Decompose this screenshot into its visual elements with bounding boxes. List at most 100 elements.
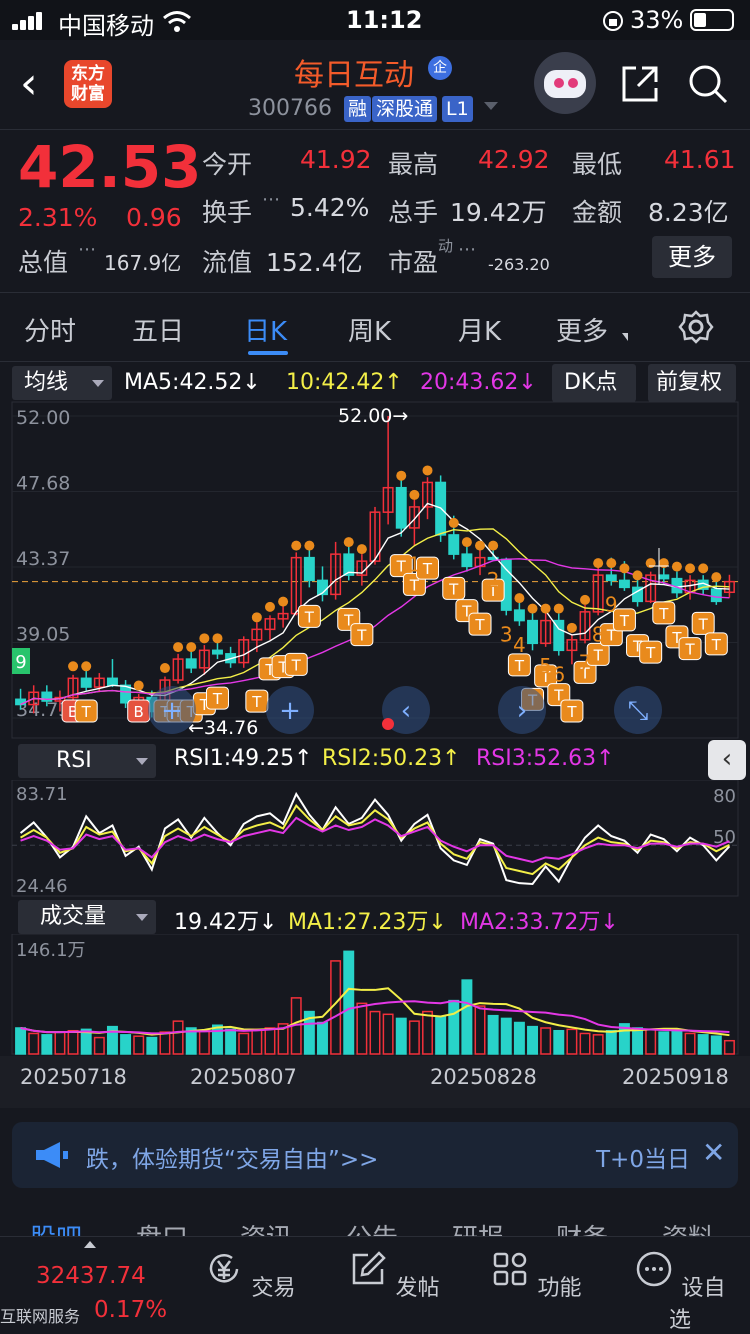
fullscreen-icon[interactable]: ⤡ bbox=[614, 686, 662, 734]
rsi-bottom-tick: 24.46 bbox=[16, 876, 68, 897]
chevron-down-icon[interactable] bbox=[484, 102, 498, 110]
dk-dot bbox=[658, 558, 669, 569]
dk-dot bbox=[422, 465, 433, 476]
volume-bar bbox=[395, 1017, 407, 1055]
volume-selector[interactable]: 成交量 bbox=[18, 900, 156, 934]
nav-add-watchlist[interactable]: 设自选 bbox=[630, 1249, 730, 1334]
dk-badge-label: T bbox=[698, 615, 709, 633]
info-icon[interactable]: ⋯ bbox=[458, 239, 476, 260]
banner-right-text: T+0当日 bbox=[596, 1147, 690, 1173]
change-value: 0.96 bbox=[126, 203, 182, 232]
dk-point-toggle[interactable]: DK点 bbox=[552, 364, 636, 402]
info-icon[interactable]: ⋯ bbox=[262, 189, 280, 210]
banner-text: 跌，体验期货“交易自由”>> bbox=[86, 1147, 379, 1173]
y-tick-label: 39.05 bbox=[16, 624, 70, 646]
gear-icon[interactable] bbox=[678, 309, 714, 345]
tab-monthly-k[interactable]: 月K bbox=[458, 311, 501, 348]
index-value[interactable]: 32437.74 bbox=[36, 1263, 146, 1289]
dk-badge-label: T bbox=[658, 605, 669, 623]
dk-badge-label: T bbox=[212, 690, 223, 708]
svg-text:‹: ‹ bbox=[401, 696, 411, 726]
tab-more[interactable]: 更多 bbox=[556, 311, 608, 348]
dk-dot bbox=[593, 558, 604, 569]
open-label: 今开 bbox=[202, 150, 253, 179]
date-tick-label: 20250718 bbox=[20, 1065, 127, 1089]
caret-up-icon bbox=[84, 1241, 96, 1248]
dk-dot bbox=[711, 572, 722, 583]
rsi-selector[interactable]: RSI bbox=[18, 744, 156, 778]
volume-bar bbox=[225, 1028, 237, 1055]
volume-bar bbox=[592, 1034, 604, 1055]
svg-text:+: + bbox=[161, 696, 183, 726]
dk-dot bbox=[199, 633, 210, 644]
candle-body bbox=[461, 553, 473, 568]
index-name: 互联网服务 bbox=[0, 1307, 81, 1326]
dk-dot bbox=[606, 558, 617, 569]
min-price-label: ←34.76 bbox=[188, 717, 258, 739]
next-icon[interactable]: › bbox=[498, 686, 546, 734]
promo-banner[interactable]: 跌，体验期货“交易自由”>> T+0当日 ✕ bbox=[12, 1122, 738, 1188]
stock-name[interactable]: 每日互动 bbox=[294, 50, 414, 94]
nav-trade[interactable]: 交易 bbox=[200, 1249, 300, 1302]
nav-functions[interactable]: 功能 bbox=[486, 1249, 586, 1302]
turnover-label: 换手 bbox=[202, 198, 253, 227]
nav-post[interactable]: 发帖 bbox=[344, 1249, 444, 1302]
candle-body bbox=[618, 579, 630, 589]
dk-badge-label: T bbox=[684, 641, 695, 659]
change-percent: 2.31% bbox=[18, 203, 98, 232]
back-icon[interactable]: ‹ bbox=[20, 58, 38, 109]
tab-five-day[interactable]: 五日 bbox=[132, 311, 184, 348]
dk-dot bbox=[527, 603, 538, 614]
share-icon[interactable] bbox=[618, 62, 662, 106]
sequence-number: 9 bbox=[605, 593, 618, 617]
tab-intraday[interactable]: 分时 bbox=[24, 311, 76, 348]
volume-bar bbox=[238, 1032, 250, 1055]
margin-tag: 融 bbox=[344, 96, 372, 122]
dk-dot bbox=[356, 544, 367, 555]
search-icon[interactable] bbox=[686, 62, 730, 106]
volume-bar bbox=[605, 1029, 617, 1055]
tab-daily-k[interactable]: 日K bbox=[244, 311, 287, 348]
dk-badge-label: T bbox=[81, 703, 92, 721]
close-icon[interactable]: ✕ bbox=[702, 1136, 725, 1169]
volume-bar bbox=[645, 1028, 657, 1055]
dk-dot bbox=[698, 563, 709, 574]
candle-body bbox=[185, 658, 197, 669]
volume-bar bbox=[435, 1016, 447, 1055]
y-tick-label: 43.37 bbox=[16, 548, 70, 570]
more-button[interactable]: 更多 bbox=[652, 236, 732, 278]
dk-badge-label: T bbox=[566, 703, 577, 721]
candle-body bbox=[211, 649, 223, 655]
volume-max-tick: 146.1万 bbox=[16, 940, 86, 961]
open-value: 41.92 bbox=[300, 145, 372, 174]
volume-ma1: MA1:27.23万↓ bbox=[288, 910, 447, 935]
dk-dot bbox=[619, 563, 630, 574]
dk-dot bbox=[540, 603, 551, 614]
volume-bar bbox=[579, 1032, 591, 1055]
volume-bar bbox=[382, 1013, 394, 1055]
ma-selector[interactable]: 均线 bbox=[12, 366, 112, 400]
sequence-number: 4 bbox=[513, 633, 526, 657]
status-bar: 中国移动 11:12 33% bbox=[0, 0, 750, 40]
more-circle-icon bbox=[637, 1251, 672, 1287]
ma5-value: MA5:42.52↓ bbox=[124, 370, 261, 395]
adjust-price-toggle[interactable]: 前复权 bbox=[648, 364, 736, 402]
info-icon[interactable]: ⋯ bbox=[78, 239, 96, 260]
collapse-panel-button[interactable]: ‹ bbox=[708, 740, 746, 780]
volume-bar bbox=[343, 950, 355, 1055]
volume-bar bbox=[67, 1029, 79, 1055]
volume-bar bbox=[710, 1035, 722, 1055]
tab-weekly-k[interactable]: 周K bbox=[348, 311, 391, 348]
zoom-in-icon[interactable]: + bbox=[148, 686, 196, 734]
last-price: 42.53 bbox=[18, 133, 202, 201]
add-icon[interactable]: + bbox=[266, 686, 314, 734]
dk-badge-label: T bbox=[291, 656, 302, 674]
kline-chart[interactable]: 52.0047.6843.3739.0534.73B T B T T TT T TT TTTTT… bbox=[0, 400, 750, 740]
connect-tag: 深股通 bbox=[372, 96, 438, 122]
dk-badge-label: T bbox=[422, 560, 433, 578]
assistant-avatar[interactable] bbox=[534, 52, 596, 114]
dk-badge-label: T bbox=[593, 646, 604, 664]
volume-bar bbox=[697, 1034, 709, 1055]
period-tabs: 分时 五日 日K 周K 月K 更多 bbox=[0, 292, 750, 362]
dk-dot bbox=[396, 470, 407, 481]
